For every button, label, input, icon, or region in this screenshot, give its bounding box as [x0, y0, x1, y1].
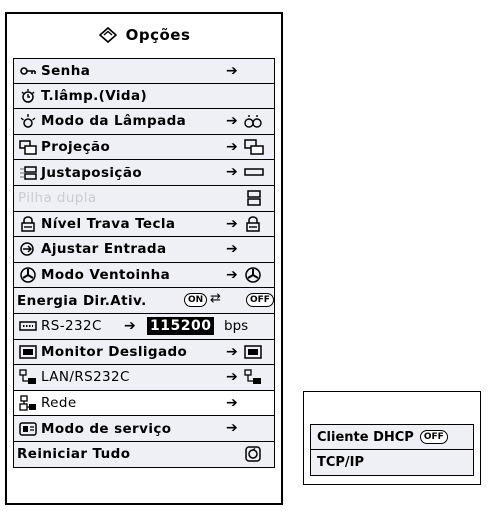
lamp-mode-value-icon: [242, 113, 264, 129]
submenu-item-label: TCP/IP: [317, 455, 365, 470]
lamp-icon: [19, 113, 37, 129]
arrow-right-icon: ➔: [226, 420, 238, 437]
lamp-timer-icon: [19, 88, 37, 104]
options-icon: [98, 26, 117, 44]
menu-item-modo-ventoinha[interactable]: Modo Ventoinha ➔: [13, 262, 275, 289]
monitor-value-icon: [242, 344, 264, 360]
submenu-item-dhcp[interactable]: Cliente DHCP OFF: [310, 424, 474, 450]
serial-port-icon: [19, 318, 37, 334]
lock-value-icon: [242, 215, 264, 232]
stack-value-icon: [242, 164, 264, 180]
menu-item-lamp-mode[interactable]: Modo da Lâmpada ➔: [13, 109, 275, 135]
network-submenu: Cliente DHCP OFF TCP/IP: [303, 391, 481, 485]
menu-item-label: Ajustar Entrada: [41, 241, 167, 258]
dual-stack-icon: [242, 190, 264, 206]
baud-rate-value: 115200: [147, 316, 215, 335]
network-icon: [19, 395, 37, 411]
arrow-right-icon: ➔: [226, 113, 238, 130]
options-menu: Opções Senha ➔ T.lâmp.(Vida) Modo da Lâm…: [5, 12, 283, 505]
menu-item-label: LAN/RS232C: [41, 369, 130, 386]
menu-item-label: Pilha dupla: [18, 190, 97, 207]
submenu-item-label: Cliente DHCP: [317, 429, 414, 445]
menu-list: Senha ➔ T.lâmp.(Vida) Modo da Lâmpada ➔ …: [13, 58, 275, 468]
menu-item-nivel-trava[interactable]: Nível Trava Tecla ➔: [13, 211, 275, 238]
submenu-item-tcpip[interactable]: TCP/IP: [310, 450, 474, 476]
lan-icon: [19, 369, 37, 385]
swap-arrows-icon: ⇄: [210, 291, 221, 307]
menu-title: Opções: [7, 14, 281, 56]
arrow-right-icon: ➔: [226, 369, 238, 386]
menu-item-label: Senha: [41, 62, 91, 79]
menu-title-label: Opções: [125, 26, 191, 44]
monitor-icon: [19, 344, 37, 360]
menu-item-lamp-life[interactable]: T.lâmp.(Vida): [13, 83, 275, 110]
menu-item-justaposicao[interactable]: Justaposição ➔: [13, 160, 275, 186]
menu-item-label: Energia Dir.Ativ.: [17, 292, 147, 309]
key-icon: [19, 63, 37, 79]
menu-item-pilha-dupla: Pilha dupla: [13, 185, 275, 212]
menu-item-energia-dir[interactable]: Energia Dir.Ativ. ON ⇄ OFF: [13, 288, 275, 314]
submenu-list: Cliente DHCP OFF TCP/IP: [310, 424, 474, 476]
menu-item-label: Modo da Lâmpada: [41, 113, 187, 130]
menu-item-monitor-desligado[interactable]: Monitor Desligado ➔: [13, 339, 275, 366]
fan-value-icon: [242, 267, 264, 283]
fan-icon: [19, 267, 37, 283]
input-adjust-icon: [19, 241, 37, 257]
menu-item-rs232c[interactable]: RS-232C ➔ 115200 bps: [13, 313, 275, 340]
menu-item-lan-rs232c[interactable]: LAN/RS232C ➔: [13, 365, 275, 391]
arrow-right-icon: ➔: [124, 317, 136, 334]
service-icon: [19, 421, 37, 437]
menu-item-senha[interactable]: Senha ➔: [13, 58, 275, 84]
arrow-right-icon: ➔: [226, 63, 238, 79]
menu-item-label: Reiniciar Tudo: [17, 446, 131, 463]
menu-item-label: Nível Trava Tecla: [41, 215, 176, 232]
off-badge: OFF: [419, 430, 448, 444]
menu-item-label: Justaposição: [41, 164, 143, 181]
on-badge: ON: [184, 293, 208, 308]
menu-item-rede[interactable]: Rede ➔: [13, 390, 275, 417]
reset-icon: [242, 446, 264, 462]
projection-icon: [19, 139, 37, 155]
projection-value-icon: [242, 139, 264, 155]
off-badge: OFF: [246, 293, 274, 308]
menu-item-ajustar-entrada[interactable]: Ajustar Entrada ➔: [13, 237, 275, 263]
menu-item-modo-servico[interactable]: Modo de serviço ➔: [13, 416, 275, 442]
arrow-right-icon: ➔: [226, 164, 238, 181]
arrow-right-icon: ➔: [226, 138, 238, 155]
stack-icon: [19, 165, 37, 181]
arrow-right-icon: ➔: [226, 215, 238, 232]
menu-item-label: Monitor Desligado: [41, 343, 188, 360]
menu-item-reiniciar-tudo[interactable]: Reiniciar Tudo: [13, 441, 275, 468]
arrow-right-icon: ➔: [226, 394, 238, 411]
menu-item-label: Projeção: [41, 139, 111, 156]
lock-icon: [19, 216, 37, 232]
menu-item-label: RS-232C: [41, 318, 102, 335]
menu-item-label: Modo de serviço: [41, 420, 172, 437]
menu-item-projecao[interactable]: Projeção ➔: [13, 134, 275, 161]
arrow-right-icon: ➔: [226, 266, 238, 283]
menu-item-label: Modo Ventoinha: [41, 267, 171, 284]
arrow-right-icon: ➔: [226, 343, 238, 360]
baud-rate-unit: bps: [224, 317, 249, 334]
menu-item-label: T.lâmp.(Vida): [41, 87, 148, 104]
menu-item-label: Rede: [41, 395, 77, 412]
lan-value-icon: [242, 369, 264, 385]
arrow-right-icon: ➔: [226, 241, 238, 258]
